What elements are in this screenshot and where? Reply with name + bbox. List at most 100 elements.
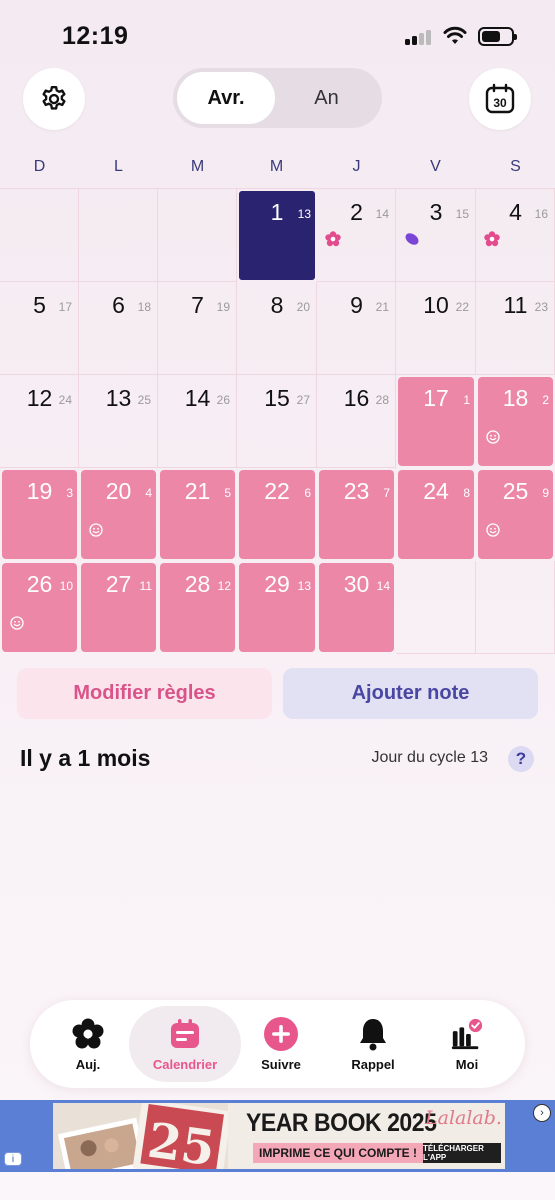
- weekday-label: L: [114, 158, 123, 175]
- calendar-day-cell[interactable]: 15 27: [237, 375, 317, 468]
- nav-me-label: Moi: [455, 1056, 479, 1072]
- calendar-day-cell[interactable]: 18 2: [476, 375, 555, 468]
- calendar-empty-cell: [158, 189, 237, 282]
- nav-me[interactable]: Moi: [415, 1006, 519, 1082]
- calendar-day-cell[interactable]: 28 12: [158, 561, 237, 654]
- cycle-day-number: 14: [376, 579, 390, 593]
- nav-calendar[interactable]: Calendrier: [129, 1006, 241, 1082]
- calendar-30-icon: 30: [485, 83, 515, 114]
- cycle-day-number: 19: [216, 300, 230, 314]
- help-button[interactable]: ?: [508, 746, 534, 772]
- nav-reminder-label: Rappel: [351, 1056, 395, 1072]
- nav-track[interactable]: Suivre: [229, 1006, 333, 1082]
- calendar-day-cell[interactable]: 2 14: [317, 189, 396, 282]
- weekday-label: M: [269, 158, 284, 175]
- last-period-heading: Il y a 1 mois: [20, 745, 151, 771]
- calendar-icon: [171, 1018, 199, 1048]
- cycle-day-number: 21: [375, 300, 389, 314]
- cycle-day-number: 28: [375, 393, 389, 407]
- flower-icon: [72, 1018, 104, 1048]
- calendar-day-cell[interactable]: 3 15: [396, 189, 476, 282]
- ad-photo-collage: 25: [53, 1103, 228, 1169]
- calendar-day-cell[interactable]: 29 13: [237, 561, 317, 654]
- calendar-day-cell[interactable]: 24 8: [396, 468, 476, 561]
- gear-icon: [42, 85, 66, 110]
- ad-brand-logo: Lalalab.: [425, 1107, 502, 1129]
- weekday-label: V: [430, 158, 441, 175]
- calendar-day-cell[interactable]: 21 5: [158, 468, 237, 561]
- calendar-day-cell[interactable]: 4 16: [476, 189, 555, 282]
- nav-reminder[interactable]: Rappel: [321, 1006, 425, 1082]
- calendar-day-cell[interactable]: 30 14: [317, 561, 396, 654]
- cycle-day-number: 15: [455, 207, 469, 221]
- calendar-day-cell[interactable]: 25 9: [476, 468, 555, 561]
- calendar-empty-cell: [0, 189, 79, 282]
- settings-button[interactable]: [23, 68, 85, 130]
- calendar-day-cell[interactable]: 1 13: [237, 189, 317, 282]
- calendar-day-cell[interactable]: 13 25: [79, 375, 158, 468]
- cycle-day-number: 4: [145, 486, 152, 500]
- cycle-day-number: 13: [297, 207, 311, 221]
- ad-creative[interactable]: 25 YEAR BOOK 2025 IMPRIME CE QUI COMPTE …: [53, 1103, 505, 1169]
- ad-banner[interactable]: 25 YEAR BOOK 2025 IMPRIME CE QUI COMPTE …: [0, 1100, 555, 1172]
- bell-icon: [360, 1018, 386, 1050]
- ad-photo-number: 25: [144, 1113, 218, 1169]
- status-time: 12:19: [62, 22, 129, 50]
- calendar-day-cell[interactable]: 6 18: [79, 282, 158, 375]
- nav-today-label: Auj.: [75, 1056, 101, 1072]
- calendar-day-cell[interactable]: 12 24: [0, 375, 79, 468]
- calendar-day-cell[interactable]: 27 11: [79, 561, 158, 654]
- ad-tagline: IMPRIME CE QUI COMPTE !: [253, 1143, 424, 1163]
- calendar-day-cell[interactable]: 22 6: [237, 468, 317, 561]
- calendar-day-cell[interactable]: 26 10: [0, 561, 79, 654]
- cycle-day-number: 6: [304, 486, 311, 500]
- calendar-day-cell[interactable]: 11 23: [476, 282, 555, 375]
- calendar-day-cell[interactable]: 14 26: [158, 375, 237, 468]
- toggle-year[interactable]: An: [275, 72, 378, 124]
- cycle-day-number: 17: [58, 300, 72, 314]
- cycle-day-number: 18: [137, 300, 151, 314]
- cycle-day-number: 10: [59, 579, 73, 593]
- calendar-day-cell[interactable]: 16 28: [317, 375, 396, 468]
- cycle-day-number: 25: [137, 393, 151, 407]
- cycle-day-number: 11: [139, 579, 152, 593]
- calendar-day-cell[interactable]: 7 19: [158, 282, 237, 375]
- go-to-today-button[interactable]: 30: [469, 68, 531, 130]
- calendar-empty-cell: [476, 561, 555, 654]
- toggle-month[interactable]: Avr.: [177, 72, 275, 124]
- calendar-grid: 1 13 2 14 3 15 4 16 5 17 6 18 7 19 8 20 9 21 10 22 11 23 12 24 1…: [0, 188, 555, 654]
- ad-info-icon[interactable]: i: [4, 1152, 22, 1166]
- plus-circle-icon: [264, 1016, 298, 1051]
- mood-smile-icon: [10, 616, 24, 630]
- calendar-day-cell[interactable]: 20 4: [79, 468, 158, 561]
- ad-choices-icon[interactable]: ›: [533, 1104, 551, 1122]
- today-number: 30: [493, 96, 507, 110]
- mood-smile-icon: [89, 523, 103, 537]
- calendar-day-cell[interactable]: 17 1: [396, 375, 476, 468]
- cycle-day-number: 7: [383, 486, 390, 500]
- nav-track-label: Suivre: [261, 1056, 301, 1072]
- ad-title: YEAR BOOK 2025: [246, 1109, 437, 1137]
- mood-smile-icon: [486, 523, 500, 537]
- cycle-day-number: 5: [224, 486, 231, 500]
- calendar-day-cell[interactable]: 19 3: [0, 468, 79, 561]
- ad-download-button[interactable]: TÉLÉCHARGER L'APP: [423, 1143, 501, 1163]
- modify-period-button[interactable]: Modifier règles: [17, 668, 272, 719]
- cycle-day-number: 27: [296, 393, 310, 407]
- calendar-day-cell[interactable]: 5 17: [0, 282, 79, 375]
- calendar-empty-cell: [79, 189, 158, 282]
- weekday-label: S: [510, 158, 521, 175]
- cycle-day-number: 9: [542, 486, 549, 500]
- cycle-day-number: 23: [534, 300, 548, 314]
- calendar-day-cell[interactable]: 8 20: [237, 282, 317, 375]
- calendar-day-cell[interactable]: 10 22: [396, 282, 476, 375]
- cycle-day-number: 26: [216, 393, 230, 407]
- nav-today[interactable]: Auj.: [36, 1006, 140, 1082]
- status-bar: 12:19: [0, 0, 555, 70]
- calendar-day-cell[interactable]: 23 7: [317, 468, 396, 561]
- chart-check-icon: [451, 1018, 483, 1049]
- add-note-button[interactable]: Ajouter note: [283, 668, 538, 719]
- calendar-day-cell[interactable]: 9 21: [317, 282, 396, 375]
- cycle-day-number: 1: [463, 393, 470, 407]
- cycle-day-number: 16: [534, 207, 548, 221]
